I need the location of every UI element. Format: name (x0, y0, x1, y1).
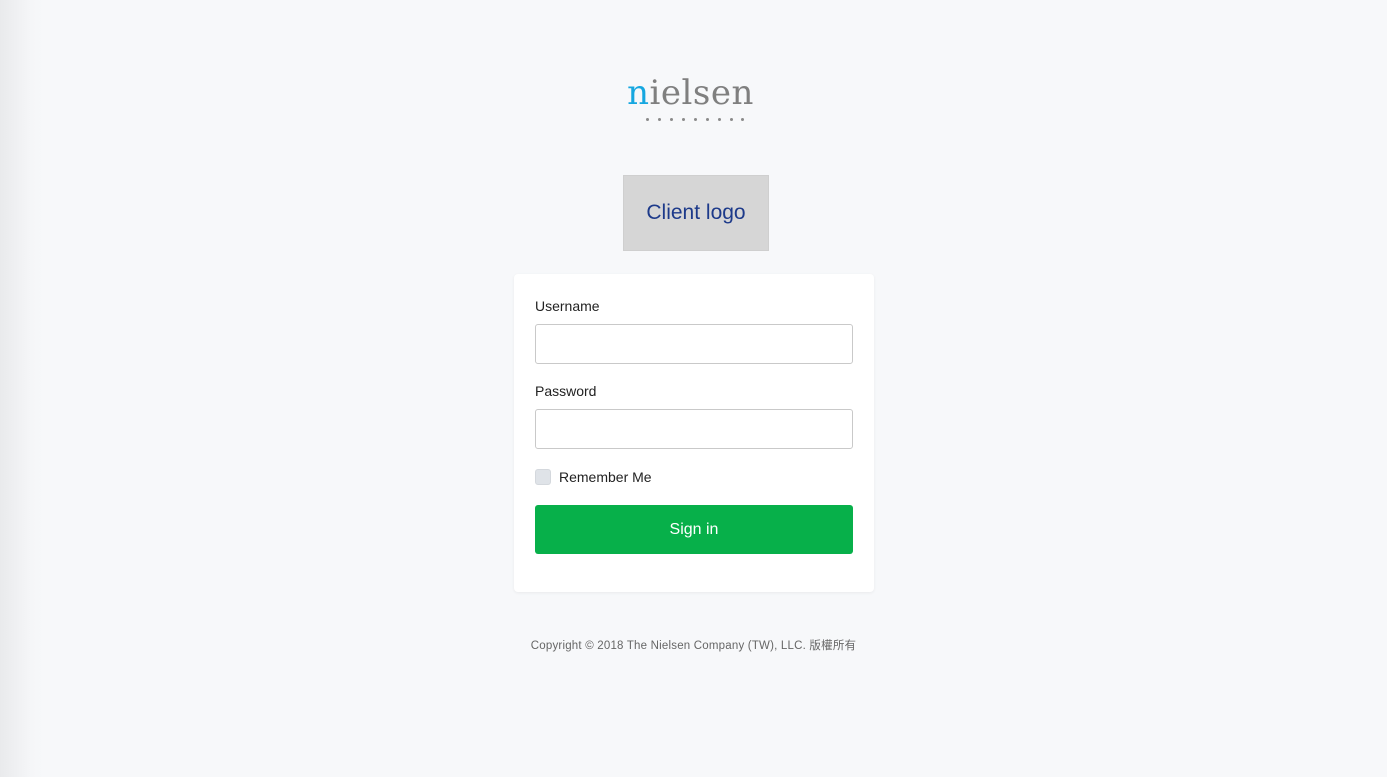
login-card: Username Password Remember Me Sign in (514, 274, 874, 592)
password-input[interactable] (535, 409, 853, 449)
left-edge-shade (0, 0, 44, 777)
logo-dots (641, 118, 751, 124)
nielsen-logo: nielsen (0, 76, 1387, 110)
nielsen-wordmark: nielsen (627, 76, 754, 110)
wordmark-first-letter: n (627, 73, 650, 113)
wordmark-rest: ielsen (649, 73, 754, 113)
remember-me-label[interactable]: Remember Me (559, 469, 652, 485)
password-label: Password (535, 383, 597, 399)
username-label: Username (535, 298, 600, 314)
client-logo-placeholder: Client logo (623, 175, 769, 251)
username-input[interactable] (535, 324, 853, 364)
remember-me-checkbox[interactable] (535, 469, 551, 485)
sign-in-button[interactable]: Sign in (535, 505, 853, 554)
copyright-text: Copyright © 2018 The Nielsen Company (TW… (530, 640, 857, 652)
login-page: nielsen Client logo Username Password Re… (0, 0, 1387, 777)
remember-me-row[interactable]: Remember Me (535, 468, 652, 486)
client-logo-label: Client logo (646, 201, 746, 224)
